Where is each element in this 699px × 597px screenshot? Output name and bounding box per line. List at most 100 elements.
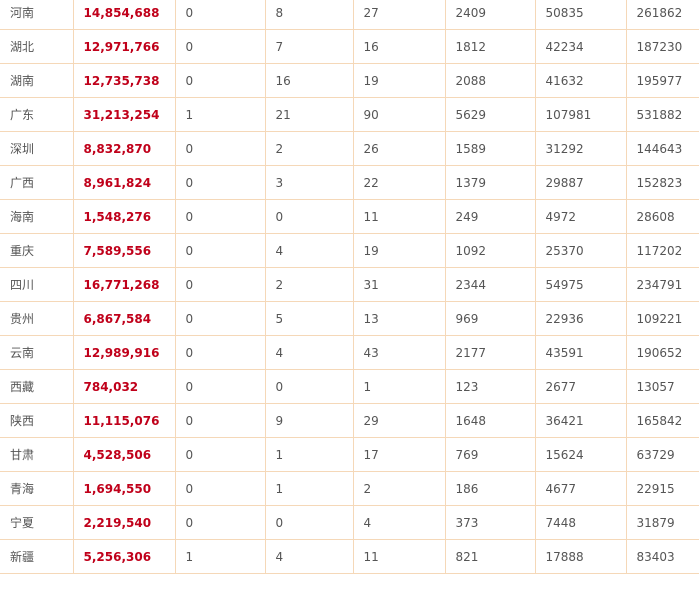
count-col-1-cell: 0	[174, 63, 266, 98]
sales-amount-cell: 5,256,306	[72, 539, 176, 574]
region-cell: 甘肃	[0, 437, 74, 472]
region-cell: 贵州	[0, 301, 74, 336]
count-col-4-cell: 123	[444, 369, 536, 404]
count-col-5-cell: 22936	[534, 301, 627, 336]
region-cell: 四川	[0, 267, 74, 302]
count-col-2-cell: 3	[264, 165, 354, 200]
count-col-2-cell: 2	[264, 131, 354, 166]
count-col-3-cell: 19	[352, 63, 446, 98]
count-col-2-cell: 2	[264, 267, 354, 302]
count-col-3-cell: 11	[352, 539, 446, 574]
sales-amount-cell: 1,694,550	[72, 471, 176, 506]
count-col-1-cell: 0	[174, 403, 266, 438]
count-col-5-cell: 50835	[534, 0, 627, 30]
count-col-6-cell: 13057	[625, 369, 699, 404]
count-col-3-cell: 29	[352, 403, 446, 438]
count-col-3-cell: 2	[352, 471, 446, 506]
region-cell: 深圳	[0, 131, 74, 166]
region-cell: 宁夏	[0, 505, 74, 540]
count-col-1-cell: 0	[174, 301, 266, 336]
count-col-4-cell: 1092	[444, 233, 536, 268]
count-col-1-cell: 0	[174, 199, 266, 234]
region-cell: 陕西	[0, 403, 74, 438]
table-row: 云南 12,989,916 0 4 43 2177 43591 190652	[0, 335, 699, 370]
count-col-3-cell: 90	[352, 97, 446, 132]
count-col-2-cell: 0	[264, 505, 354, 540]
count-col-5-cell: 4972	[534, 199, 627, 234]
count-col-6-cell: 531882	[625, 97, 699, 132]
table-body: 河南 14,854,688 0 8 27 2409 50835 261862 湖北 12,971,…	[0, 0, 699, 574]
count-col-2-cell: 9	[264, 403, 354, 438]
count-col-4-cell: 1589	[444, 131, 536, 166]
count-col-4-cell: 2088	[444, 63, 536, 98]
count-col-4-cell: 249	[444, 199, 536, 234]
region-cell: 新疆	[0, 539, 74, 574]
table-row: 甘肃 4,528,506 0 1 17 769 15624 63729	[0, 437, 699, 472]
count-col-6-cell: 109221	[625, 301, 699, 336]
sales-amount-cell: 4,528,506	[72, 437, 176, 472]
count-col-3-cell: 13	[352, 301, 446, 336]
region-cell: 重庆	[0, 233, 74, 268]
count-col-5-cell: 2677	[534, 369, 627, 404]
count-col-5-cell: 7448	[534, 505, 627, 540]
count-col-1-cell: 1	[174, 97, 266, 132]
count-col-2-cell: 8	[264, 0, 354, 30]
count-col-2-cell: 4	[264, 233, 354, 268]
count-col-5-cell: 25370	[534, 233, 627, 268]
sales-amount-cell: 8,832,870	[72, 131, 176, 166]
table-row: 宁夏 2,219,540 0 0 4 373 7448 31879	[0, 505, 699, 540]
region-cell: 广东	[0, 97, 74, 132]
table-row: 四川 16,771,268 0 2 31 2344 54975 234791	[0, 267, 699, 302]
count-col-5-cell: 54975	[534, 267, 627, 302]
count-col-3-cell: 11	[352, 199, 446, 234]
table-row: 深圳 8,832,870 0 2 26 1589 31292 144643	[0, 131, 699, 166]
region-cell: 西藏	[0, 369, 74, 404]
count-col-1-cell: 0	[174, 0, 266, 30]
count-col-3-cell: 43	[352, 335, 446, 370]
count-col-4-cell: 5629	[444, 97, 536, 132]
count-col-3-cell: 19	[352, 233, 446, 268]
count-col-5-cell: 42234	[534, 29, 627, 64]
count-col-6-cell: 83403	[625, 539, 699, 574]
region-cell: 青海	[0, 471, 74, 506]
table-row: 新疆 5,256,306 1 4 11 821 17888 83403	[0, 539, 699, 574]
count-col-2-cell: 1	[264, 437, 354, 472]
count-col-2-cell: 0	[264, 369, 354, 404]
count-col-1-cell: 0	[174, 267, 266, 302]
table-row: 海南 1,548,276 0 0 11 249 4972 28608	[0, 199, 699, 234]
sales-amount-cell: 8,961,824	[72, 165, 176, 200]
count-col-1-cell: 0	[174, 165, 266, 200]
count-col-4-cell: 373	[444, 505, 536, 540]
table-row: 贵州 6,867,584 0 5 13 969 22936 109221	[0, 301, 699, 336]
lottery-prize-table: 河南 14,854,688 0 8 27 2409 50835 261862 湖北 12,971,…	[0, 0, 699, 574]
count-col-6-cell: 187230	[625, 29, 699, 64]
count-col-4-cell: 1648	[444, 403, 536, 438]
region-cell: 广西	[0, 165, 74, 200]
count-col-6-cell: 234791	[625, 267, 699, 302]
sales-amount-cell: 12,989,916	[72, 335, 176, 370]
count-col-5-cell: 43591	[534, 335, 627, 370]
count-col-4-cell: 969	[444, 301, 536, 336]
table-row: 河南 14,854,688 0 8 27 2409 50835 261862	[0, 0, 699, 30]
sales-amount-cell: 12,735,738	[72, 63, 176, 98]
count-col-3-cell: 31	[352, 267, 446, 302]
sales-amount-cell: 784,032	[72, 369, 176, 404]
count-col-4-cell: 1812	[444, 29, 536, 64]
count-col-2-cell: 1	[264, 471, 354, 506]
count-col-3-cell: 27	[352, 0, 446, 30]
count-col-4-cell: 769	[444, 437, 536, 472]
region-cell: 湖南	[0, 63, 74, 98]
table-row: 湖北 12,971,766 0 7 16 1812 42234 187230	[0, 29, 699, 64]
count-col-5-cell: 17888	[534, 539, 627, 574]
count-col-6-cell: 195977	[625, 63, 699, 98]
count-col-4-cell: 1379	[444, 165, 536, 200]
count-col-6-cell: 28608	[625, 199, 699, 234]
count-col-1-cell: 0	[174, 471, 266, 506]
count-col-5-cell: 41632	[534, 63, 627, 98]
count-col-6-cell: 152823	[625, 165, 699, 200]
count-col-2-cell: 5	[264, 301, 354, 336]
sales-amount-cell: 12,971,766	[72, 29, 176, 64]
count-col-2-cell: 21	[264, 97, 354, 132]
count-col-3-cell: 16	[352, 29, 446, 64]
sales-amount-cell: 2,219,540	[72, 505, 176, 540]
